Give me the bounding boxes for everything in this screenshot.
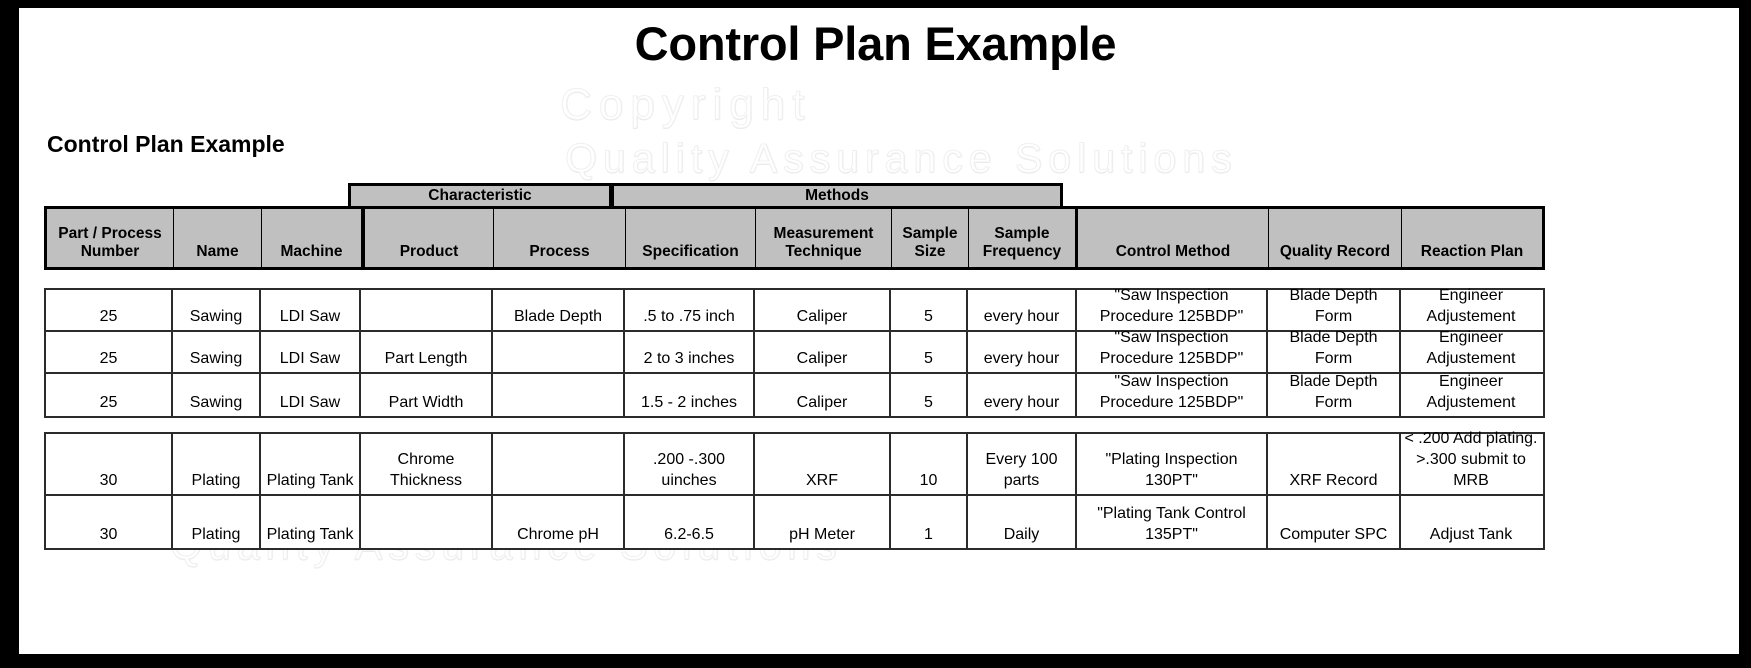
cell-part_process_number: 30 (46, 434, 173, 494)
cell-name: Sawing (173, 374, 261, 416)
cell-part_process_number: 25 (46, 290, 173, 330)
cell-machine: LDI Saw (261, 290, 361, 330)
table-row: 25 Sawing LDI Saw Part Length 2 to 3 inches C… (46, 329, 1543, 374)
cell-name: Sawing (173, 290, 261, 330)
cell-reaction_plan: Adjust Tank (1429, 526, 1513, 543)
cell-measurement_technique: pH Meter (755, 496, 891, 548)
cell-quality_record: Blade Depth Form (1268, 329, 1401, 372)
control-plan-block-sawing: 25 Sawing LDI Saw Blade Depth .5 to .75 inch… (44, 287, 1545, 418)
column-header-sample_size: Sample Size (892, 209, 969, 267)
cell-control_method: "Saw Inspection Procedure 125BDP" (1077, 373, 1268, 416)
table-header-row: Part / Process Number Name Machine Product P… (44, 206, 1545, 270)
cell-product (361, 290, 493, 330)
cell-machine: LDI Saw (261, 374, 361, 416)
cell-measurement_technique: Caliper (755, 290, 891, 330)
cell-sample_size: 5 (891, 374, 968, 416)
cell-measurement_technique: Caliper (755, 332, 891, 372)
cell-specification: 1.5 - 2 inches (625, 374, 755, 416)
column-header-sample_frequency: Sample Frequency (969, 209, 1078, 267)
cell-quality_record: Blade Depth Form (1268, 373, 1401, 416)
table-row: 30 Plating Plating Tank Chrome Thickness .20… (46, 430, 1543, 496)
cell-quality_record: Computer SPC (1268, 496, 1401, 548)
cell-control_method: "Saw Inspection Procedure 125BDP" (1077, 329, 1268, 372)
cell-part_process_number: 30 (46, 496, 173, 548)
cell-sample_frequency: Every 100 parts (968, 434, 1077, 494)
column-header-quality_record: Quality Record (1269, 209, 1402, 267)
column-header-product: Product (362, 209, 494, 267)
cell-sample_size: 5 (891, 332, 968, 372)
watermark-copyright-1: Copyright (559, 80, 812, 130)
cell-sample_frequency: Daily (968, 496, 1077, 548)
document-canvas: Control Plan Example Copyright Quality A… (0, 0, 1751, 668)
cell-control_method: "Saw Inspection Procedure 125BDP" (1077, 287, 1268, 330)
cell-process: Blade Depth (493, 290, 625, 330)
cell-specification: .200 -.300 uinches (625, 434, 755, 494)
column-header-part_process_number: Part / Process Number (47, 209, 174, 267)
cell-sample_size: 5 (891, 290, 968, 330)
group-header-characteristic: Characteristic (348, 183, 612, 207)
cell-quality_record: XRF Record (1268, 434, 1401, 494)
cell-name: Sawing (173, 332, 261, 372)
cell-name: Plating (173, 496, 261, 548)
column-header-specification: Specification (626, 209, 756, 267)
column-header-process: Process (494, 209, 626, 267)
cell-reaction_plan: < .200 Add plating. >.300 submit to MRB (1404, 430, 1538, 489)
cell-process (493, 374, 625, 416)
cell-specification: 2 to 3 inches (625, 332, 755, 372)
column-header-machine: Machine (262, 209, 362, 267)
cell-product: Part Length (361, 332, 493, 372)
cell-product: Chrome Thickness (361, 434, 493, 494)
cell-product: Part Width (361, 374, 493, 416)
cell-machine: Plating Tank (261, 496, 361, 548)
cell-control_method: "Plating Tank Control 135PT" (1077, 496, 1268, 548)
cell-quality_record: Blade Depth Form (1268, 287, 1401, 330)
table-row: 30 Plating Plating Tank Chrome pH 6.2-6.5 pH … (46, 496, 1543, 548)
cell-process (493, 434, 625, 494)
section-title: Control Plan Example (47, 131, 285, 157)
cell-product (361, 496, 493, 548)
cell-specification: .5 to .75 inch (625, 290, 755, 330)
control-plan-block-plating: 30 Plating Plating Tank Chrome Thickness .20… (44, 430, 1545, 550)
cell-process (493, 332, 625, 372)
cell-part_process_number: 25 (46, 374, 173, 416)
group-header-methods: Methods (611, 183, 1063, 207)
cell-reaction_plan: Engineer Adjustement (1426, 329, 1516, 367)
cell-reaction_plan: Engineer Adjustement (1426, 287, 1516, 325)
watermark-brand-1: Quality Assurance Solutions (565, 135, 1238, 182)
page-title: Control Plan Example (634, 17, 1117, 70)
cell-sample_size: 1 (891, 496, 968, 548)
cell-sample_frequency: every hour (968, 290, 1077, 330)
column-header-measurement_technique: Measurement Technique (756, 209, 892, 267)
cell-measurement_technique: XRF (755, 434, 891, 494)
cell-measurement_technique: Caliper (755, 374, 891, 416)
column-header-name: Name (174, 209, 262, 267)
cell-reaction_plan: Engineer Adjustement (1426, 373, 1516, 411)
column-header-control_method: Control Method (1078, 209, 1269, 267)
cell-sample_size: 10 (891, 434, 968, 494)
cell-machine: LDI Saw (261, 332, 361, 372)
cell-control_method: "Plating Inspection 130PT" (1077, 434, 1268, 494)
cell-name: Plating (173, 434, 261, 494)
cell-part_process_number: 25 (46, 332, 173, 372)
cell-sample_frequency: every hour (968, 332, 1077, 372)
cell-process: Chrome pH (493, 496, 625, 548)
cell-sample_frequency: every hour (968, 374, 1077, 416)
cell-specification: 6.2-6.5 (625, 496, 755, 548)
table-row: 25 Sawing LDI Saw Blade Depth .5 to .75 inch… (46, 287, 1543, 332)
cell-machine: Plating Tank (261, 434, 361, 494)
column-header-reaction_plan: Reaction Plan (1402, 209, 1542, 267)
table-row: 25 Sawing LDI Saw Part Width 1.5 - 2 inches C… (46, 373, 1543, 416)
